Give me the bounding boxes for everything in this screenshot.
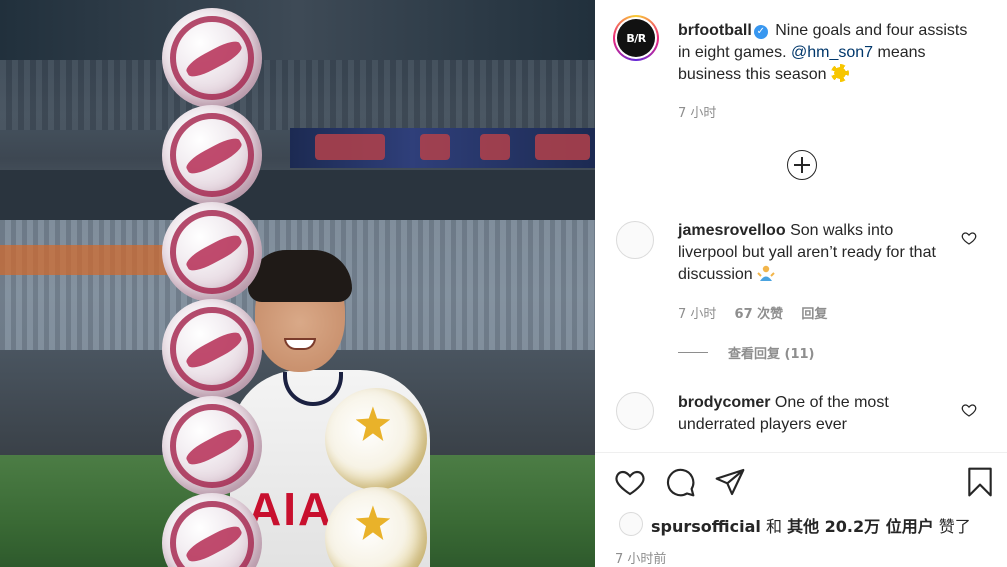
football (162, 8, 262, 108)
paper-plane-icon[interactable] (714, 466, 746, 498)
caption-timestamp: 7 小时 (678, 106, 717, 121)
view-replies-label: 查看回复 (11) (728, 347, 815, 362)
comment-like-count[interactable]: 67 次赞 (735, 307, 784, 322)
verified-badge-icon: ✓ (753, 25, 768, 39)
shrug-emoji-icon (757, 264, 775, 282)
likes-liked: 赞了 (938, 517, 971, 536)
author-avatar[interactable]: B/R (613, 15, 659, 61)
stadium-orange-stripe (0, 245, 170, 275)
likes-others-count[interactable]: 其他 20.2万 位用户 (787, 517, 934, 536)
view-replies-button[interactable]: 查看回复 (11) (678, 343, 815, 362)
stadium-roof (0, 0, 595, 60)
actions-divider (595, 452, 1007, 453)
comment: brodycomer One of the most underrated pl… (678, 392, 948, 436)
likes-and: 和 (765, 517, 782, 536)
ad-board-panel (315, 134, 385, 160)
stadium-seats-upper (0, 60, 595, 130)
football (162, 396, 262, 496)
ad-board-panel (535, 134, 590, 160)
ad-board-panel (420, 134, 450, 160)
bookmark-icon[interactable] (964, 466, 996, 498)
comment-like-heart-icon[interactable] (961, 402, 977, 418)
liker-username[interactable]: spursofficial (651, 517, 761, 536)
comment-username[interactable]: jamesrovelloo (678, 222, 786, 239)
comment-username[interactable]: brodycomer (678, 394, 770, 411)
europa-ball (325, 388, 427, 490)
br-logo: B/R (617, 19, 655, 57)
load-more-comments-button[interactable] (787, 150, 817, 180)
comment: jamesrovelloo Son walks into liverpool b… (678, 220, 948, 286)
commenter-avatar[interactable] (616, 392, 654, 430)
post-timestamp[interactable]: 7 小时前 (615, 548, 666, 567)
commenter-avatar[interactable] (616, 221, 654, 259)
football (162, 105, 262, 205)
reply-button[interactable]: 回复 (801, 307, 827, 322)
ad-board-panel (480, 134, 510, 160)
football (162, 299, 262, 399)
caption-mention[interactable]: @hm_son7 (791, 44, 873, 61)
author-username[interactable]: brfootball (678, 22, 752, 39)
likes-summary: spursofficial 和 其他 20.2万 位用户 赞了 (651, 513, 971, 537)
heart-icon[interactable] (614, 466, 646, 498)
comment-timestamp: 7 小时 (678, 307, 717, 322)
liker-avatar[interactable] (619, 512, 643, 536)
football (162, 202, 262, 302)
comment-meta: 7 小时 67 次赞 回复 (678, 303, 841, 322)
player-hair (248, 250, 352, 302)
post-photo[interactable]: AIA (0, 0, 595, 567)
post-caption: brfootball ✓ Nine goals and four assists … (678, 20, 978, 86)
jersey-sponsor-text: AIA (248, 483, 334, 535)
comment-like-heart-icon[interactable] (961, 230, 977, 246)
sun-emoji-icon (830, 64, 849, 82)
replies-divider (678, 352, 708, 353)
comment-icon[interactable] (664, 466, 696, 498)
stadium-tier (0, 170, 595, 220)
